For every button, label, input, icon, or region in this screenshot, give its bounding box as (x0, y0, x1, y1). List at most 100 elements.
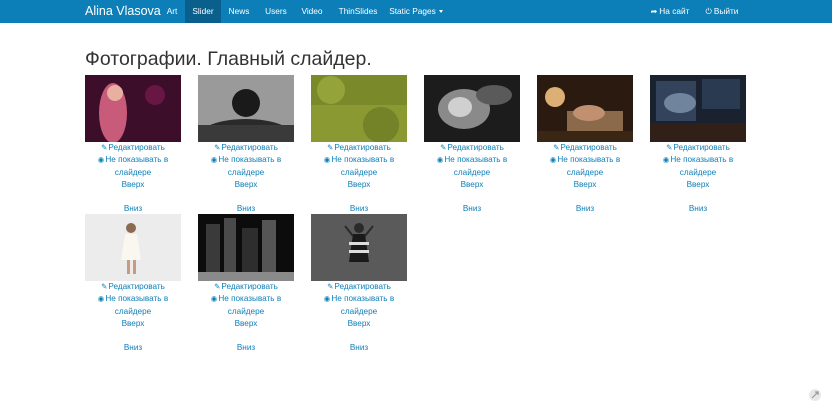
hide-label-line2: слайдере (679, 167, 717, 177)
move-up-link[interactable]: Вверх (537, 179, 633, 191)
edit-link[interactable]: ✎Редактировать (650, 142, 746, 154)
pencil-icon: ✎ (101, 143, 108, 152)
edit-label: Редактировать (221, 143, 278, 152)
edit-label: Редактировать (447, 143, 504, 152)
move-down-link[interactable]: Вниз (198, 342, 294, 354)
pencil-icon: ✎ (214, 143, 221, 152)
move-up-link[interactable]: Вверх (311, 179, 407, 191)
hide-from-slider-link[interactable]: ◉Не показывать в слайдере (85, 293, 181, 318)
photo-card: ✎Редактировать ◉Не показывать в слайдере … (311, 214, 407, 354)
pencil-icon: ✎ (327, 143, 334, 152)
hide-label-line2: слайдере (340, 167, 378, 177)
chevron-down-icon (438, 10, 443, 14)
hide-label-line1: Не показывать в (105, 294, 169, 304)
eye-slash-icon: ◉ (210, 155, 218, 165)
hide-label-line1: Не показывать в (218, 294, 282, 304)
nav-users[interactable]: Users (259, 0, 293, 23)
nav-slider[interactable]: Slider (185, 0, 221, 23)
edit-label: Редактировать (334, 282, 391, 291)
hide-from-slider-link[interactable]: ◉Не показывать в слайдере (311, 293, 407, 318)
photo-card: ✎Редактировать ◉Не показывать в слайдере … (198, 75, 294, 215)
move-up-link[interactable]: Вверх (650, 179, 746, 191)
move-up-link[interactable]: Вверх (424, 179, 520, 191)
pencil-icon: ✎ (214, 282, 221, 291)
edit-link[interactable]: ✎Редактировать (85, 281, 181, 293)
edit-link[interactable]: ✎Редактировать (424, 142, 520, 154)
move-up-link[interactable]: Вверх (85, 179, 181, 191)
eye-slash-icon: ◉ (549, 155, 557, 165)
move-up-link[interactable]: Вверх (311, 318, 407, 330)
to-site-label: На сайт (659, 6, 690, 16)
logout-label: Выйти (713, 6, 739, 16)
edit-label: Редактировать (560, 143, 617, 152)
pencil-icon: ✎ (666, 143, 673, 152)
edit-link[interactable]: ✎Редактировать (537, 142, 633, 154)
move-down-link[interactable]: Вниз (311, 342, 407, 354)
photo-thumbnail (85, 75, 181, 142)
eye-slash-icon: ◉ (323, 294, 331, 304)
hide-label-line2: слайдере (227, 306, 265, 316)
move-down-link[interactable]: Вниз (85, 342, 181, 354)
edit-link[interactable]: ✎Редактировать (198, 142, 294, 154)
hide-label-line1: Не показывать в (444, 155, 508, 165)
eye-slash-icon: ◉ (210, 294, 218, 304)
hide-from-slider-link[interactable]: ◉Не показывать в слайдере (311, 154, 407, 179)
hide-from-slider-link[interactable]: ◉Не показывать в слайдере (85, 154, 181, 179)
edit-label: Редактировать (221, 282, 278, 291)
edit-label: Редактировать (334, 143, 391, 152)
move-down-link[interactable]: Вниз (424, 203, 520, 215)
edit-label: Редактировать (108, 282, 165, 291)
move-up-link[interactable]: Вверх (198, 318, 294, 330)
pencil-icon: ✎ (440, 143, 447, 152)
eye-slash-icon: ◉ (323, 155, 331, 165)
edit-link[interactable]: ✎Редактировать (311, 281, 407, 293)
hide-label-line1: Не показывать в (557, 155, 621, 165)
photo-card: ✎Редактировать ◉Не показывать в слайдере … (424, 75, 520, 215)
eye-slash-icon: ◉ (97, 155, 105, 165)
eye-slash-icon: ◉ (436, 155, 444, 165)
photo-thumbnail (537, 75, 633, 142)
photo-thumbnail (311, 75, 407, 142)
photo-card: ✎Редактировать ◉Не показывать в слайдере … (650, 75, 746, 215)
edit-link[interactable]: ✎Редактировать (85, 142, 181, 154)
hide-from-slider-link[interactable]: ◉Не показывать в слайдере (424, 154, 520, 179)
photo-card: ✎Редактировать ◉Не показывать в слайдере … (537, 75, 633, 215)
edit-link[interactable]: ✎Редактировать (311, 142, 407, 154)
hide-from-slider-link[interactable]: ◉Не показывать в слайдере (198, 154, 294, 179)
photo-thumbnail (85, 214, 181, 281)
photo-thumbnail (311, 214, 407, 281)
power-icon: ⏻ (705, 7, 712, 16)
edit-label: Редактировать (673, 143, 730, 152)
move-up-link[interactable]: Вверх (198, 179, 294, 191)
hide-from-slider-link[interactable]: ◉Не показывать в слайдере (537, 154, 633, 179)
nav-art[interactable]: Art (160, 0, 184, 23)
nav-static-pages-dropdown[interactable]: Static Pages (386, 0, 446, 23)
edit-link[interactable]: ✎Редактировать (198, 281, 294, 293)
settings-corner-icon[interactable] (808, 388, 822, 402)
nav-news[interactable]: News (222, 0, 256, 23)
move-down-link[interactable]: Вниз (650, 203, 746, 215)
move-down-link[interactable]: Вниз (537, 203, 633, 215)
nav-thinslides[interactable]: ThinSlides (333, 0, 383, 23)
hide-from-slider-link[interactable]: ◉Не показывать в слайдере (650, 154, 746, 179)
hide-label-line2: слайдере (453, 167, 491, 177)
to-site-link[interactable]: ➦ На сайт (648, 0, 692, 23)
photo-card: ✎Редактировать ◉Не показывать в слайдере … (198, 214, 294, 354)
eye-slash-icon: ◉ (97, 294, 105, 304)
share-arrow-icon: ➦ (650, 7, 658, 16)
pencil-icon: ✎ (327, 282, 334, 291)
photo-thumbnail (650, 75, 746, 142)
move-up-link[interactable]: Вверх (85, 318, 181, 330)
photo-card: ✎Редактировать ◉Не показывать в слайдере … (311, 75, 407, 215)
hide-from-slider-link[interactable]: ◉Не показывать в слайдере (198, 293, 294, 318)
hide-label-line2: слайдере (114, 306, 152, 316)
hide-label-line1: Не показывать в (218, 155, 282, 165)
nav-video[interactable]: Video (296, 0, 328, 23)
hide-label-line1: Не показывать в (105, 155, 169, 165)
brand-link[interactable]: Alina Vlasova (85, 4, 161, 18)
hide-label-line1: Не показывать в (331, 294, 395, 304)
logout-link[interactable]: ⏻ Выйти (702, 0, 742, 23)
eye-slash-icon: ◉ (662, 155, 670, 165)
top-navbar: Alina Vlasova Art Slider News Users Vide… (0, 0, 832, 23)
photo-thumbnail (198, 214, 294, 281)
